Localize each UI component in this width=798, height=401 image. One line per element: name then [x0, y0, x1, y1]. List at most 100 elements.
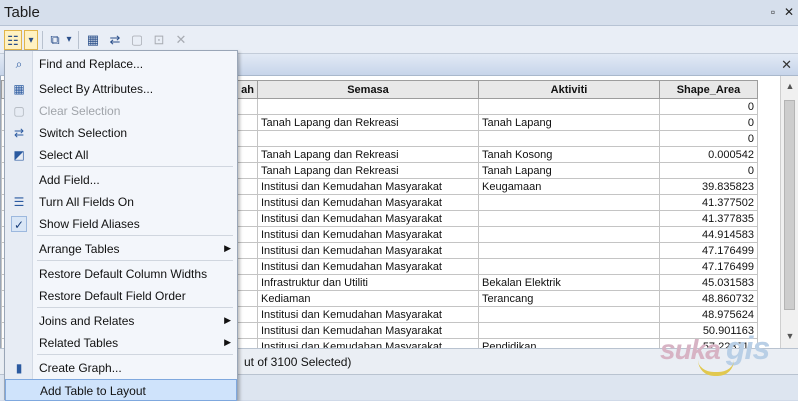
table-cell[interactable]: Pendidikan [478, 338, 660, 348]
clear-selection-icon: ▢ [13, 104, 25, 118]
table-cell[interactable]: Institusi dan Kemudahan Masyarakat [257, 258, 479, 275]
table-cell[interactable]: Tanah Kosong [478, 146, 660, 163]
menu-item-joins-and-relates[interactable]: Joins and Relates ▶ [5, 310, 237, 332]
toolbar-separator [78, 31, 79, 49]
menu-item-select-all[interactable]: ◩ Select All [5, 144, 237, 166]
menu-item-label: Switch Selection [39, 126, 128, 140]
select-by-attributes-icon[interactable]: ▦ [84, 30, 102, 50]
table-cell[interactable]: 47.176499 [659, 242, 758, 259]
menu-item-label: Create Graph... [39, 361, 122, 375]
table-options-menu: ⌕ Find and Replace... ▦ Select By Attribute… [4, 50, 238, 401]
table-cell[interactable]: Infrastruktur dan Utiliti [257, 274, 479, 291]
table-cell[interactable]: 48.860732 [659, 290, 758, 307]
table-cell[interactable] [478, 322, 660, 339]
menu-item-turn-all-fields-on[interactable]: ☰ Turn All Fields On [5, 191, 237, 213]
menu-item-add-field[interactable]: Add Field... [5, 169, 237, 191]
menu-item-restore-default-column-widths[interactable]: Restore Default Column Widths [5, 263, 237, 285]
menu-item-label: Joins and Relates [39, 314, 135, 328]
column-header[interactable]: Aktiviti [478, 80, 660, 99]
table-cell[interactable] [478, 306, 660, 323]
table-cell[interactable]: Tanah Lapang [478, 162, 660, 179]
table-cell[interactable]: Keugamaan [478, 178, 660, 195]
menu-item-label: Clear Selection [39, 104, 121, 118]
menu-item-label: Select All [39, 148, 89, 162]
table-cell[interactable]: 39.835823 [659, 178, 758, 195]
table-cell[interactable]: 0 [659, 114, 758, 131]
menu-item-label: Turn All Fields On [39, 195, 134, 209]
table-cell[interactable]: Kediaman [257, 290, 479, 307]
menu-item-create-graph[interactable]: ▮ Create Graph... [5, 357, 237, 379]
table-cell[interactable]: 0 [659, 130, 758, 147]
selection-count-text: ut of 3100 Selected) [244, 355, 352, 369]
column-header[interactable]: Shape_Area [659, 80, 758, 99]
menu-item-select-by-attributes[interactable]: ▦ Select By Attributes... [5, 78, 237, 100]
table-cell[interactable]: Institusi dan Kemudahan Masyarakat [257, 226, 479, 243]
table-cell[interactable]: Tanah Lapang dan Rekreasi [257, 162, 479, 179]
table-cell[interactable]: 47.176499 [659, 258, 758, 275]
table-cell[interactable] [478, 98, 660, 115]
menu-item-related-tables[interactable]: Related Tables ▶ [5, 332, 237, 354]
scrollbar-thumb[interactable] [784, 100, 795, 310]
menu-item-label: Find and Replace... [39, 57, 144, 71]
table-cell[interactable] [478, 210, 660, 227]
clear-selection-icon[interactable]: ▢ [128, 30, 146, 50]
table-cell[interactable]: Bekalan Elektrik [478, 274, 660, 291]
menu-separator [37, 235, 233, 236]
menu-separator [37, 260, 233, 261]
close-icon[interactable]: ✕ [782, 5, 796, 19]
table-cell[interactable]: 41.377835 [659, 210, 758, 227]
logo-swoosh [698, 360, 734, 376]
table-cell[interactable]: Institusi dan Kemudahan Masyarakat [257, 322, 479, 339]
table-cell[interactable]: 0 [659, 162, 758, 179]
table-cell[interactable] [478, 194, 660, 211]
delete-icon[interactable]: ✕ [172, 30, 190, 50]
menu-item-find-and-replace[interactable]: ⌕ Find and Replace... [5, 53, 237, 75]
pin-icon[interactable]: ▫ [766, 5, 780, 19]
vertical-scrollbar[interactable]: ▲ ▼ [780, 76, 798, 348]
menu-separator [37, 307, 233, 308]
column-header[interactable]: Semasa [257, 80, 479, 99]
table-cell[interactable] [478, 242, 660, 259]
submenu-arrow-icon: ▶ [224, 337, 231, 347]
select-all-icon: ◩ [13, 148, 25, 162]
table-cell[interactable]: Institusi dan Kemudahan Masyarakat [257, 178, 479, 195]
table-cell[interactable]: Institusi dan Kemudahan Masyarakat [257, 306, 479, 323]
menu-item-add-table-to-layout[interactable]: Add Table to Layout [5, 379, 237, 401]
submenu-arrow-icon: ▶ [224, 315, 231, 325]
menu-item-clear-selection[interactable]: ▢ Clear Selection [5, 100, 237, 122]
menu-item-restore-default-field-order[interactable]: Restore Default Field Order [5, 285, 237, 307]
table-cell[interactable] [478, 130, 660, 147]
table-cell[interactable]: Tanah Lapang dan Rekreasi [257, 114, 479, 131]
table-cell[interactable]: Institusi dan Kemudahan Masyarakat [257, 210, 479, 227]
table-cell[interactable]: Tanah Lapang [478, 114, 660, 131]
table-options-icon[interactable]: ☷ [4, 30, 22, 50]
scroll-up-icon[interactable]: ▲ [781, 78, 798, 94]
table-cell[interactable]: 44.914583 [659, 226, 758, 243]
chevron-down-icon[interactable]: ▾ [64, 30, 74, 50]
table-cell[interactable]: Institusi dan Kemudahan Masyarakat [257, 338, 479, 348]
checkmark-icon: ✓ [11, 216, 27, 232]
table-cell[interactable]: 45.031583 [659, 274, 758, 291]
menu-item-label: Show Field Aliases [39, 217, 140, 231]
switch-selection-icon[interactable]: ⇄ [106, 30, 124, 50]
zoom-to-selected-icon[interactable]: ⊡ [150, 30, 168, 50]
table-cell[interactable]: 0 [659, 98, 758, 115]
table-cell[interactable]: Institusi dan Kemudahan Masyarakat [257, 194, 479, 211]
table-cell[interactable] [257, 98, 479, 115]
table-cell[interactable] [478, 226, 660, 243]
table-cell[interactable] [257, 130, 479, 147]
table-cell[interactable]: Institusi dan Kemudahan Masyarakat [257, 242, 479, 259]
related-tables-icon[interactable]: ⧉ [46, 30, 64, 50]
close-icon[interactable]: ✕ [781, 57, 792, 73]
table-cell[interactable]: Terancang [478, 290, 660, 307]
table-cell[interactable]: 48.975624 [659, 306, 758, 323]
table-cell[interactable]: 41.377502 [659, 194, 758, 211]
table-cell[interactable]: Tanah Lapang dan Rekreasi [257, 146, 479, 163]
menu-item-show-field-aliases[interactable]: ✓ Show Field Aliases [5, 213, 237, 235]
menu-item-switch-selection[interactable]: ⇄ Switch Selection [5, 122, 237, 144]
table-cell[interactable]: 0.000542 [659, 146, 758, 163]
menu-item-arrange-tables[interactable]: Arrange Tables ▶ [5, 238, 237, 260]
table-cell[interactable] [478, 258, 660, 275]
bar-chart-icon: ▮ [15, 361, 23, 375]
chevron-down-icon[interactable]: ▾ [24, 30, 38, 50]
